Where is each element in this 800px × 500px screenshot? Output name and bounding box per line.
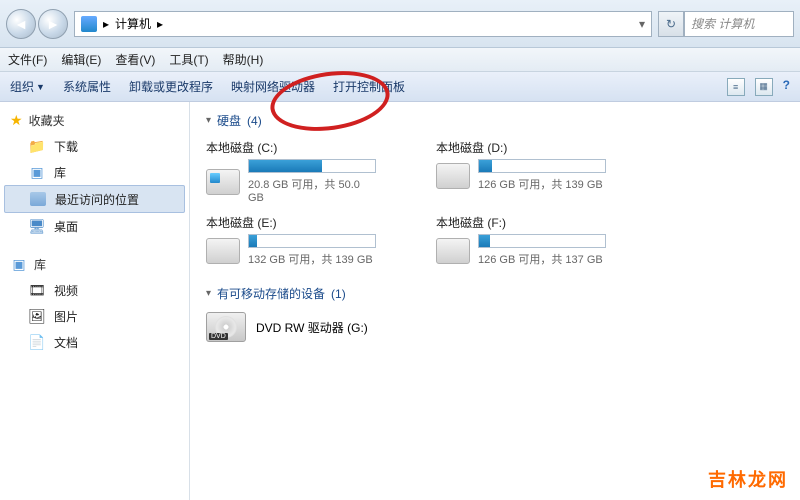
back-button[interactable]: ◄ <box>6 9 36 39</box>
drive-name: 本地磁盘 (F:) <box>436 214 606 231</box>
help-icon[interactable]: ? <box>783 78 790 96</box>
toolbar-control-panel[interactable]: 打开控制面板 <box>333 78 405 95</box>
drive-info: 20.8 GB 可用，共 50.0 GB <box>248 176 376 204</box>
drive-name: 本地磁盘 (D:) <box>436 139 606 156</box>
address-bar[interactable]: ▸ 计算机 ▸ ▾ <box>74 11 652 37</box>
usage-bar <box>248 234 376 248</box>
sidebar-item-recent[interactable]: 最近访问的位置 <box>4 185 185 213</box>
drive-info: 126 GB 可用，共 137 GB <box>478 251 606 267</box>
menu-view[interactable]: 查看(V) <box>115 51 155 68</box>
drive-item[interactable]: 本地磁盘 (E:) 132 GB 可用，共 139 GB <box>206 214 376 267</box>
address-location: 计算机 <box>115 15 151 32</box>
libraries-header[interactable]: ▣ 库 <box>0 251 189 277</box>
folder-icon: 📁 <box>28 137 46 155</box>
navigation-pane: ★ 收藏夹 📁 下载 ▣ 库 最近访问的位置 🖥 桌面 ▣ <box>0 102 190 500</box>
forward-button[interactable]: ► <box>38 9 68 39</box>
watermark: 吉林龙网 <box>708 466 788 492</box>
collapse-icon: ▾ <box>206 288 211 299</box>
toolbar-system-properties[interactable]: 系统属性 <box>63 78 111 95</box>
search-placeholder: 搜索 计算机 <box>691 15 754 32</box>
menu-file[interactable]: 文件(F) <box>8 51 47 68</box>
document-icon: 📄 <box>28 333 46 351</box>
drive-name: 本地磁盘 (E:) <box>206 214 376 231</box>
video-icon: 🎞 <box>28 281 46 299</box>
menu-edit[interactable]: 编辑(E) <box>61 51 101 68</box>
toolbar-map-drive[interactable]: 映射网络驱动器 <box>231 78 315 95</box>
dvd-icon: DVD <box>206 312 246 342</box>
address-dropdown-icon[interactable]: ▾ <box>639 17 645 31</box>
title-bar: ◄ ► ▸ 计算机 ▸ ▾ ↻ 搜索 计算机 <box>0 0 800 48</box>
drive-name: 本地磁盘 (C:) <box>206 139 376 156</box>
sidebar-item-desktop[interactable]: 🖥 桌面 <box>0 213 189 239</box>
dvd-drive[interactable]: DVD DVD RW 驱动器 (G:) <box>206 312 784 342</box>
content-pane: ▾ 硬盘 (4) 本地磁盘 (C:) 20.8 GB 可用，共 50.0 GB … <box>190 102 800 500</box>
menu-tools[interactable]: 工具(T) <box>169 51 208 68</box>
hdd-icon <box>206 238 240 264</box>
desktop-icon: 🖥 <box>28 217 46 235</box>
sidebar-item-pictures[interactable]: 🖼 图片 <box>0 303 189 329</box>
usage-bar <box>248 159 376 173</box>
hdd-section-header[interactable]: ▾ 硬盘 (4) <box>206 112 784 129</box>
library-icon: ▣ <box>10 255 28 273</box>
drive-info: 126 GB 可用，共 139 GB <box>478 176 606 192</box>
nav-buttons: ◄ ► <box>6 9 68 39</box>
picture-icon: 🖼 <box>28 307 46 325</box>
recent-icon <box>29 190 47 208</box>
sidebar-item-videos[interactable]: 🎞 视频 <box>0 277 189 303</box>
favorites-header[interactable]: ★ 收藏夹 <box>0 108 189 133</box>
drive-item[interactable]: 本地磁盘 (F:) 126 GB 可用，共 137 GB <box>436 214 606 267</box>
preview-pane-button[interactable]: ▦ <box>755 78 773 96</box>
drive-info: 132 GB 可用，共 139 GB <box>248 251 376 267</box>
sidebar-item-downloads[interactable]: 📁 下载 <box>0 133 189 159</box>
sidebar-item-documents[interactable]: 📄 文档 <box>0 329 189 355</box>
hdd-icon <box>436 238 470 264</box>
collapse-icon: ▾ <box>206 115 211 126</box>
menu-bar: 文件(F) 编辑(E) 查看(V) 工具(T) 帮助(H) <box>0 48 800 72</box>
usage-bar <box>478 159 606 173</box>
command-bar: 组织 ▼ 系统属性 卸载或更改程序 映射网络驱动器 打开控制面板 ≡ ▦ ? <box>0 72 800 102</box>
hdd-icon <box>436 163 470 189</box>
drive-item[interactable]: 本地磁盘 (C:) 20.8 GB 可用，共 50.0 GB <box>206 139 376 204</box>
dvd-name: DVD RW 驱动器 (G:) <box>256 319 368 336</box>
search-input[interactable]: 搜索 计算机 <box>684 11 794 37</box>
computer-icon <box>81 16 97 32</box>
address-sep: ▸ <box>103 17 109 31</box>
library-icon: ▣ <box>28 163 46 181</box>
hdd-icon <box>206 169 240 195</box>
star-icon: ★ <box>10 112 23 129</box>
toolbar-uninstall[interactable]: 卸载或更改程序 <box>129 78 213 95</box>
usage-bar <box>478 234 606 248</box>
removable-section-header[interactable]: ▾ 有可移动存储的设备 (1) <box>206 285 784 302</box>
sidebar-item-libraries[interactable]: ▣ 库 <box>0 159 189 185</box>
address-sep-2: ▸ <box>157 17 163 31</box>
drive-item[interactable]: 本地磁盘 (D:) 126 GB 可用，共 139 GB <box>436 139 606 204</box>
view-mode-button[interactable]: ≡ <box>727 78 745 96</box>
organize-button[interactable]: 组织 ▼ <box>10 78 45 95</box>
refresh-button[interactable]: ↻ <box>658 11 684 37</box>
chevron-down-icon: ▼ <box>36 82 45 92</box>
menu-help[interactable]: 帮助(H) <box>223 51 264 68</box>
